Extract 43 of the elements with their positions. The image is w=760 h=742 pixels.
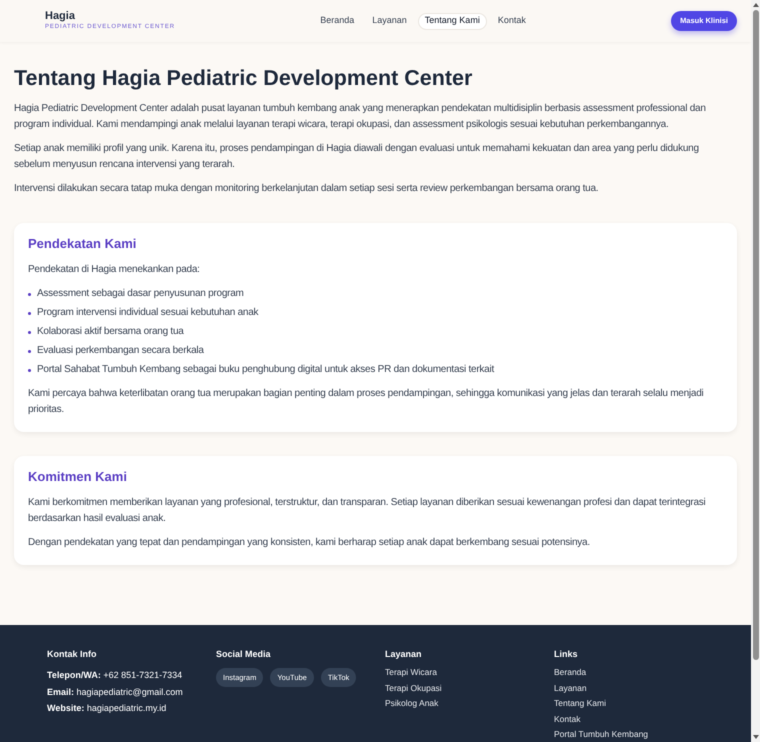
intro-paragraph: Setiap anak memiliki profil yang unik. Karena itu, proses pendampingan di Hagia diawali dengan evaluasi untuk memahami kekuatan dan area yang perlu didukung sebelum menyusun rencana intervensi yang terarah. [14, 142, 700, 172]
bullet-icon [28, 292, 31, 296]
card-heading: Komitmen Kami [28, 468, 128, 486]
intro-paragraph: Intervensi dilakukan secara tatap muka dengan monitoring berkelanjutan dalam setiap sesi serta review perkembangan bersama orang tua. [14, 182, 600, 196]
nav-link[interactable]: Tentang Kami [418, 12, 487, 30]
list-item-text: Portal Sahabat Tumbuh Kembang sebagai buku penghubung digital untuk akses PR dan dokumentasi terkait [37, 363, 494, 377]
footer-link[interactable]: Psikolog Anak [385, 697, 554, 709]
intro-paragraph: Hagia Pediatric Development Center adalah pusat layanan tumbuh kembang anak yang menerapkan pendekatan multidisiplin berbasis assessment professional dan program individual. Kami mendampingi anak melalui layanan terapi wicara, terapi okupasi, dan assessment psikologis sesuai kebutuhan perkembangannya. [14, 102, 707, 132]
footer-link[interactable]: Beranda [554, 666, 723, 678]
contact-line: Email: hagiapediatric@gmail.com [47, 686, 184, 698]
footer-heading: Social Media [216, 648, 272, 660]
scrollbar-thumb[interactable] [752, 10, 758, 660]
list-item-text: Kolaborasi aktif bersama orang tua [37, 325, 184, 339]
scroll-down-arrow-icon[interactable] [752, 735, 758, 739]
section-paragraph: Kami percaya bahwa keterlibatan orang tua merupakan bagian penting dalam proses pendampingan, sehingga komunikasi yang jelas dan terarah selalu menjadi prioritas. [28, 387, 704, 417]
footer-link[interactable]: Terapi Wicara [385, 666, 554, 678]
brand-name: Hagia [45, 10, 75, 23]
section-paragraph: Kami berkomitmen memberikan layanan yang profesional, terstruktur, dan transparan. Setiap layanan diberikan sesuai kewenangan profesi dan dapat terintegrasi berdasarkan hasil evaluasi anak. [28, 496, 707, 526]
bullet-icon [28, 330, 31, 334]
footer-heading: Links [554, 648, 579, 660]
footer-heading: Layanan [385, 648, 423, 660]
footer-link[interactable]: Portal Tumbuh Kembang [554, 728, 723, 740]
footer-link[interactable]: Tentang Kami [554, 697, 723, 709]
footer-link[interactable]: Terapi Okupasi [385, 682, 554, 694]
card-heading: Pendekatan Kami [28, 235, 138, 253]
list-item-text: Evaluasi perkembangan secara berkala [37, 344, 204, 358]
footer-heading: Kontak Info [47, 648, 98, 660]
nav-link[interactable]: Kontak [490, 12, 533, 30]
contact-line: Telepon/WA: +62 851-7321-7334 [47, 669, 184, 681]
nav-link[interactable]: Layanan [365, 12, 414, 30]
section-paragraph: Dengan pendekatan yang tepat dan pendampingan yang konsisten, kami berharap setiap anak dapat berkembang sesuai potensinya. [28, 536, 591, 550]
list-item-text: Program intervensi individual sesuai kebutuhan anak [37, 306, 258, 320]
footer-link[interactable]: Layanan [554, 682, 723, 694]
list-item-text: Assessment sebagai dasar penyusunan program [37, 287, 244, 301]
scroll-up-arrow-icon[interactable] [752, 3, 758, 7]
contact-line: Website: hagiapediatric.my.id [47, 702, 168, 714]
bullet-icon [28, 368, 31, 372]
footer-link[interactable]: Kontak [554, 712, 723, 724]
nav-link[interactable]: Beranda [313, 12, 362, 30]
section-paragraph: Pendekatan di Hagia menekankan pada: [28, 263, 201, 277]
bullet-icon [28, 312, 31, 314]
bullet-icon [28, 350, 31, 352]
page-title: Tentang Hagia Pediatric Development Center [14, 65, 474, 92]
